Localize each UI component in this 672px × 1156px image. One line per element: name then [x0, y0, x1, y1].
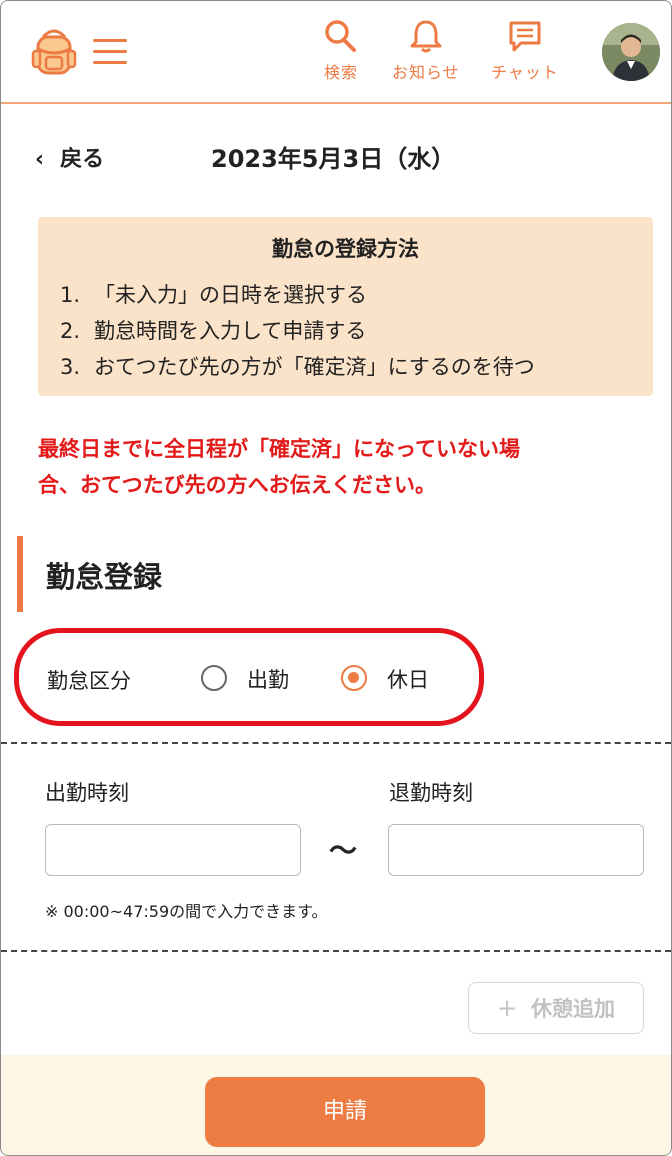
add-break-label: 休憩追加 — [531, 997, 616, 1021]
end-time-label: 退勤時刻 — [389, 781, 473, 805]
app-header: 検索 お知らせ チャット — [1, 1, 671, 104]
footer-bar: 申請 — [1, 1055, 671, 1155]
chevron-left-icon: ‹ — [35, 147, 45, 172]
radio-selected-icon[interactable] — [341, 665, 367, 691]
instructions-box: 勤怠の登録方法 1. 「未入力」の日時を選択する 2. 勤怠時間を入力して申請する … — [38, 217, 653, 396]
section-accent-bar — [17, 536, 23, 612]
notification-button[interactable]: お知らせ — [392, 19, 460, 83]
instructions-step: 3. おてつたび先の方が「確定済」にするのを待つ — [60, 355, 535, 379]
start-time-label: 出勤時刻 — [45, 781, 129, 805]
section-title: 勤怠登録 — [46, 560, 163, 594]
instructions-title: 勤怠の登録方法 — [272, 237, 419, 261]
instructions-step: 2. 勤怠時間を入力して申請する — [60, 319, 367, 343]
attendance-category-label: 勤怠区分 — [47, 669, 131, 693]
page-title: 2023年5月3日（水） — [211, 145, 456, 173]
radio-circle-icon[interactable] — [201, 665, 227, 691]
bell-icon — [410, 20, 442, 53]
chat-button[interactable]: チャット — [491, 19, 559, 83]
chat-label: チャット — [491, 63, 559, 82]
add-break-button[interactable]: + 休憩追加 — [468, 982, 644, 1034]
end-time-input[interactable] — [388, 824, 644, 876]
app-frame: 検索 お知らせ チャット ‹ 戻る 2023年5月3日（水） 勤怠の登録方法 1… — [0, 0, 672, 1156]
deadline-warning: 最終日までに全日程が「確定済」になっていない場 合、おてつたび先の方へお伝えくだ… — [38, 437, 520, 497]
instructions-step: 1. 「未入力」の日時を選択する — [60, 283, 367, 307]
dashed-divider — [1, 950, 671, 952]
submit-button[interactable]: 申請 — [205, 1077, 485, 1147]
hamburger-menu-icon[interactable] — [93, 39, 127, 65]
search-icon — [325, 20, 356, 52]
backpack-logo-icon[interactable] — [29, 27, 79, 77]
instructions-list: 1. 「未入力」の日時を選択する 2. 勤怠時間を入力して申請する 3. おてつたび先… — [60, 277, 535, 385]
start-time-input[interactable] — [45, 824, 301, 876]
plus-icon: + — [496, 994, 518, 1022]
back-label: 戻る — [60, 147, 105, 172]
user-avatar[interactable] — [602, 23, 660, 81]
back-button[interactable]: ‹ 戻る — [35, 141, 104, 173]
time-range-note: ※ 00:00~47:59の間で入力できます。 — [45, 902, 328, 921]
search-button[interactable]: 検索 — [323, 19, 359, 83]
chat-icon — [509, 21, 541, 52]
notification-label: お知らせ — [392, 63, 460, 82]
dashed-divider — [1, 742, 671, 744]
search-label: 検索 — [323, 63, 358, 82]
range-separator: ～ — [329, 834, 358, 867]
